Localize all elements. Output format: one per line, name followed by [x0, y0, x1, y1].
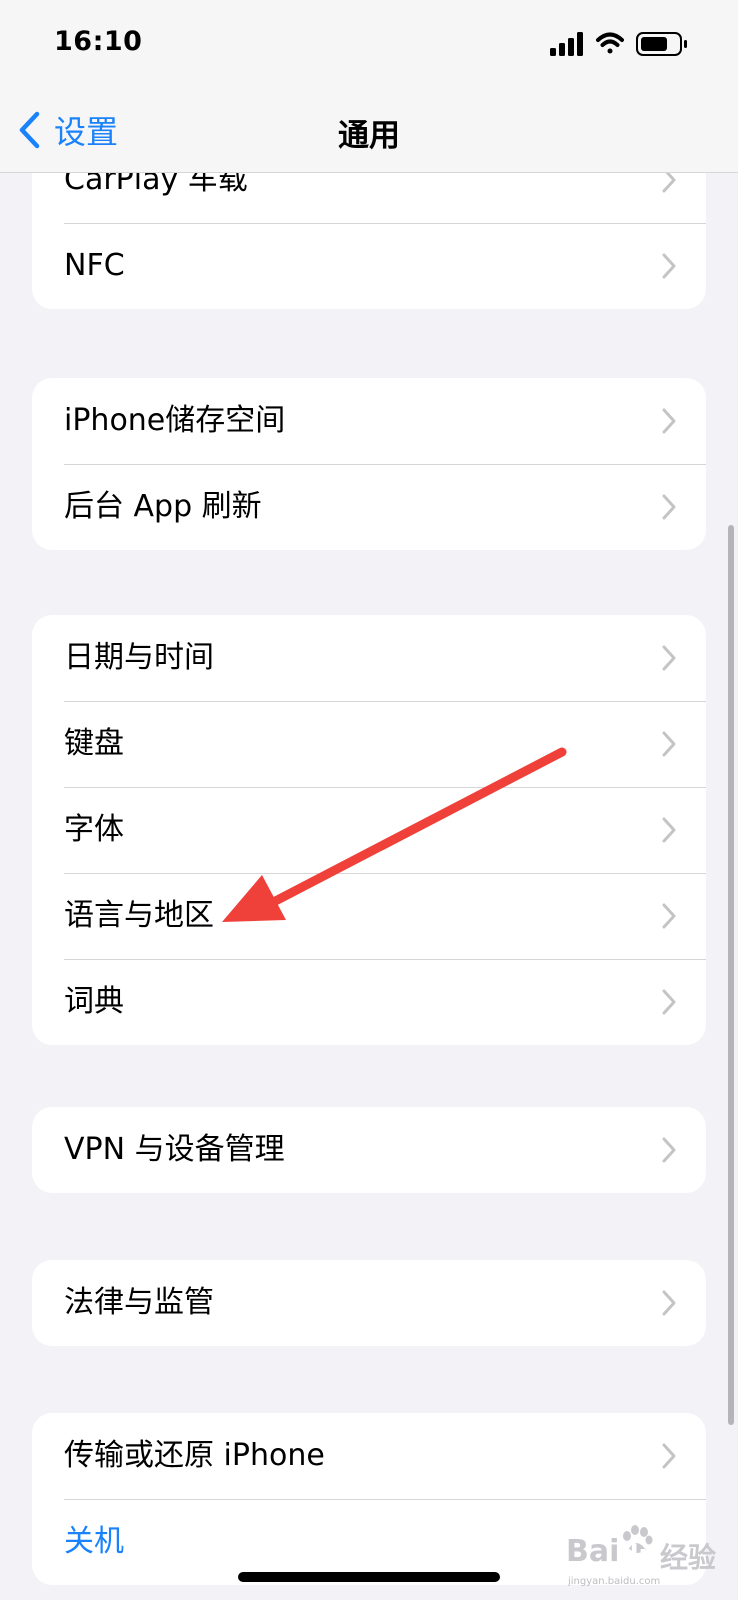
row-language-region[interactable]: 语言与地区 — [32, 873, 706, 959]
chevron-right-icon — [662, 494, 676, 520]
chevron-right-icon — [662, 731, 676, 757]
status-bar: 16:10 — [0, 0, 738, 90]
settings-group-1: CarPlay 车载 NFC — [32, 173, 706, 309]
row-label: 词典 — [64, 984, 124, 1019]
wifi-icon — [596, 32, 624, 54]
status-icons — [550, 30, 700, 60]
watermark-url: jingyan.baidu.com — [568, 1576, 661, 1587]
settings-group-2: iPhone储存空间 后台 App 刷新 — [32, 378, 706, 550]
row-vpn-device-management[interactable]: VPN 与设备管理 — [32, 1107, 706, 1193]
row-keyboard[interactable]: 键盘 — [32, 701, 706, 787]
row-fonts[interactable]: 字体 — [32, 787, 706, 873]
chevron-right-icon — [662, 989, 676, 1015]
row-date-time[interactable]: 日期与时间 — [32, 615, 706, 701]
row-carplay[interactable]: CarPlay 车载 — [32, 173, 706, 223]
status-time: 16:10 — [54, 26, 143, 57]
scroll-indicator[interactable] — [728, 525, 734, 1425]
settings-group-3: 日期与时间 键盘 字体 语言与地区 词典 — [32, 615, 706, 1045]
chevron-right-icon — [662, 817, 676, 843]
row-label: VPN 与设备管理 — [64, 1132, 285, 1167]
row-label: 键盘 — [64, 726, 124, 761]
chevron-right-icon — [662, 408, 676, 434]
chevron-right-icon — [662, 253, 676, 279]
home-indicator[interactable] — [238, 1572, 500, 1582]
row-label: 传输或还原 iPhone — [64, 1438, 325, 1473]
chevron-right-icon — [662, 903, 676, 929]
chevron-right-icon — [662, 1290, 676, 1316]
row-label: 法律与监管 — [64, 1285, 214, 1320]
row-iphone-storage[interactable]: iPhone储存空间 — [32, 378, 706, 464]
row-label: 语言与地区 — [64, 898, 214, 933]
battery-icon — [636, 32, 687, 56]
chevron-right-icon — [662, 1443, 676, 1469]
row-legal-regulatory[interactable]: 法律与监管 — [32, 1260, 706, 1346]
row-label: 关机 — [64, 1524, 124, 1559]
row-label: NFC — [64, 248, 125, 283]
row-label: CarPlay 车载 — [64, 173, 248, 197]
navigation-bar: 设置 通用 — [0, 90, 738, 173]
watermark-brand: Bai — [566, 1534, 620, 1569]
chevron-right-icon — [662, 173, 676, 193]
row-transfer-reset[interactable]: 传输或还原 iPhone — [32, 1413, 706, 1499]
row-label: 后台 App 刷新 — [64, 489, 262, 524]
row-label: 日期与时间 — [64, 640, 214, 675]
row-nfc[interactable]: NFC — [32, 223, 706, 309]
row-dictionary[interactable]: 词典 — [32, 959, 706, 1045]
watermark-brand-2: du — [620, 1540, 658, 1570]
settings-group-4: VPN 与设备管理 — [32, 1107, 706, 1193]
settings-group-5: 法律与监管 — [32, 1260, 706, 1346]
chevron-right-icon — [662, 1137, 676, 1163]
chevron-right-icon — [662, 645, 676, 671]
watermark-text: 经验 — [660, 1541, 717, 1574]
baidu-watermark: Bai du 经验 jingyan.baidu.com — [560, 1520, 720, 1590]
row-label: iPhone储存空间 — [64, 403, 286, 438]
row-label: 字体 — [64, 812, 124, 847]
row-background-app-refresh[interactable]: 后台 App 刷新 — [32, 464, 706, 550]
page-title: 通用 — [338, 118, 400, 154]
signal-icon — [550, 32, 583, 56]
settings-list[interactable]: CarPlay 车载 NFC iPhone储存空间 后台 App 刷新 日期与时… — [0, 173, 738, 1600]
